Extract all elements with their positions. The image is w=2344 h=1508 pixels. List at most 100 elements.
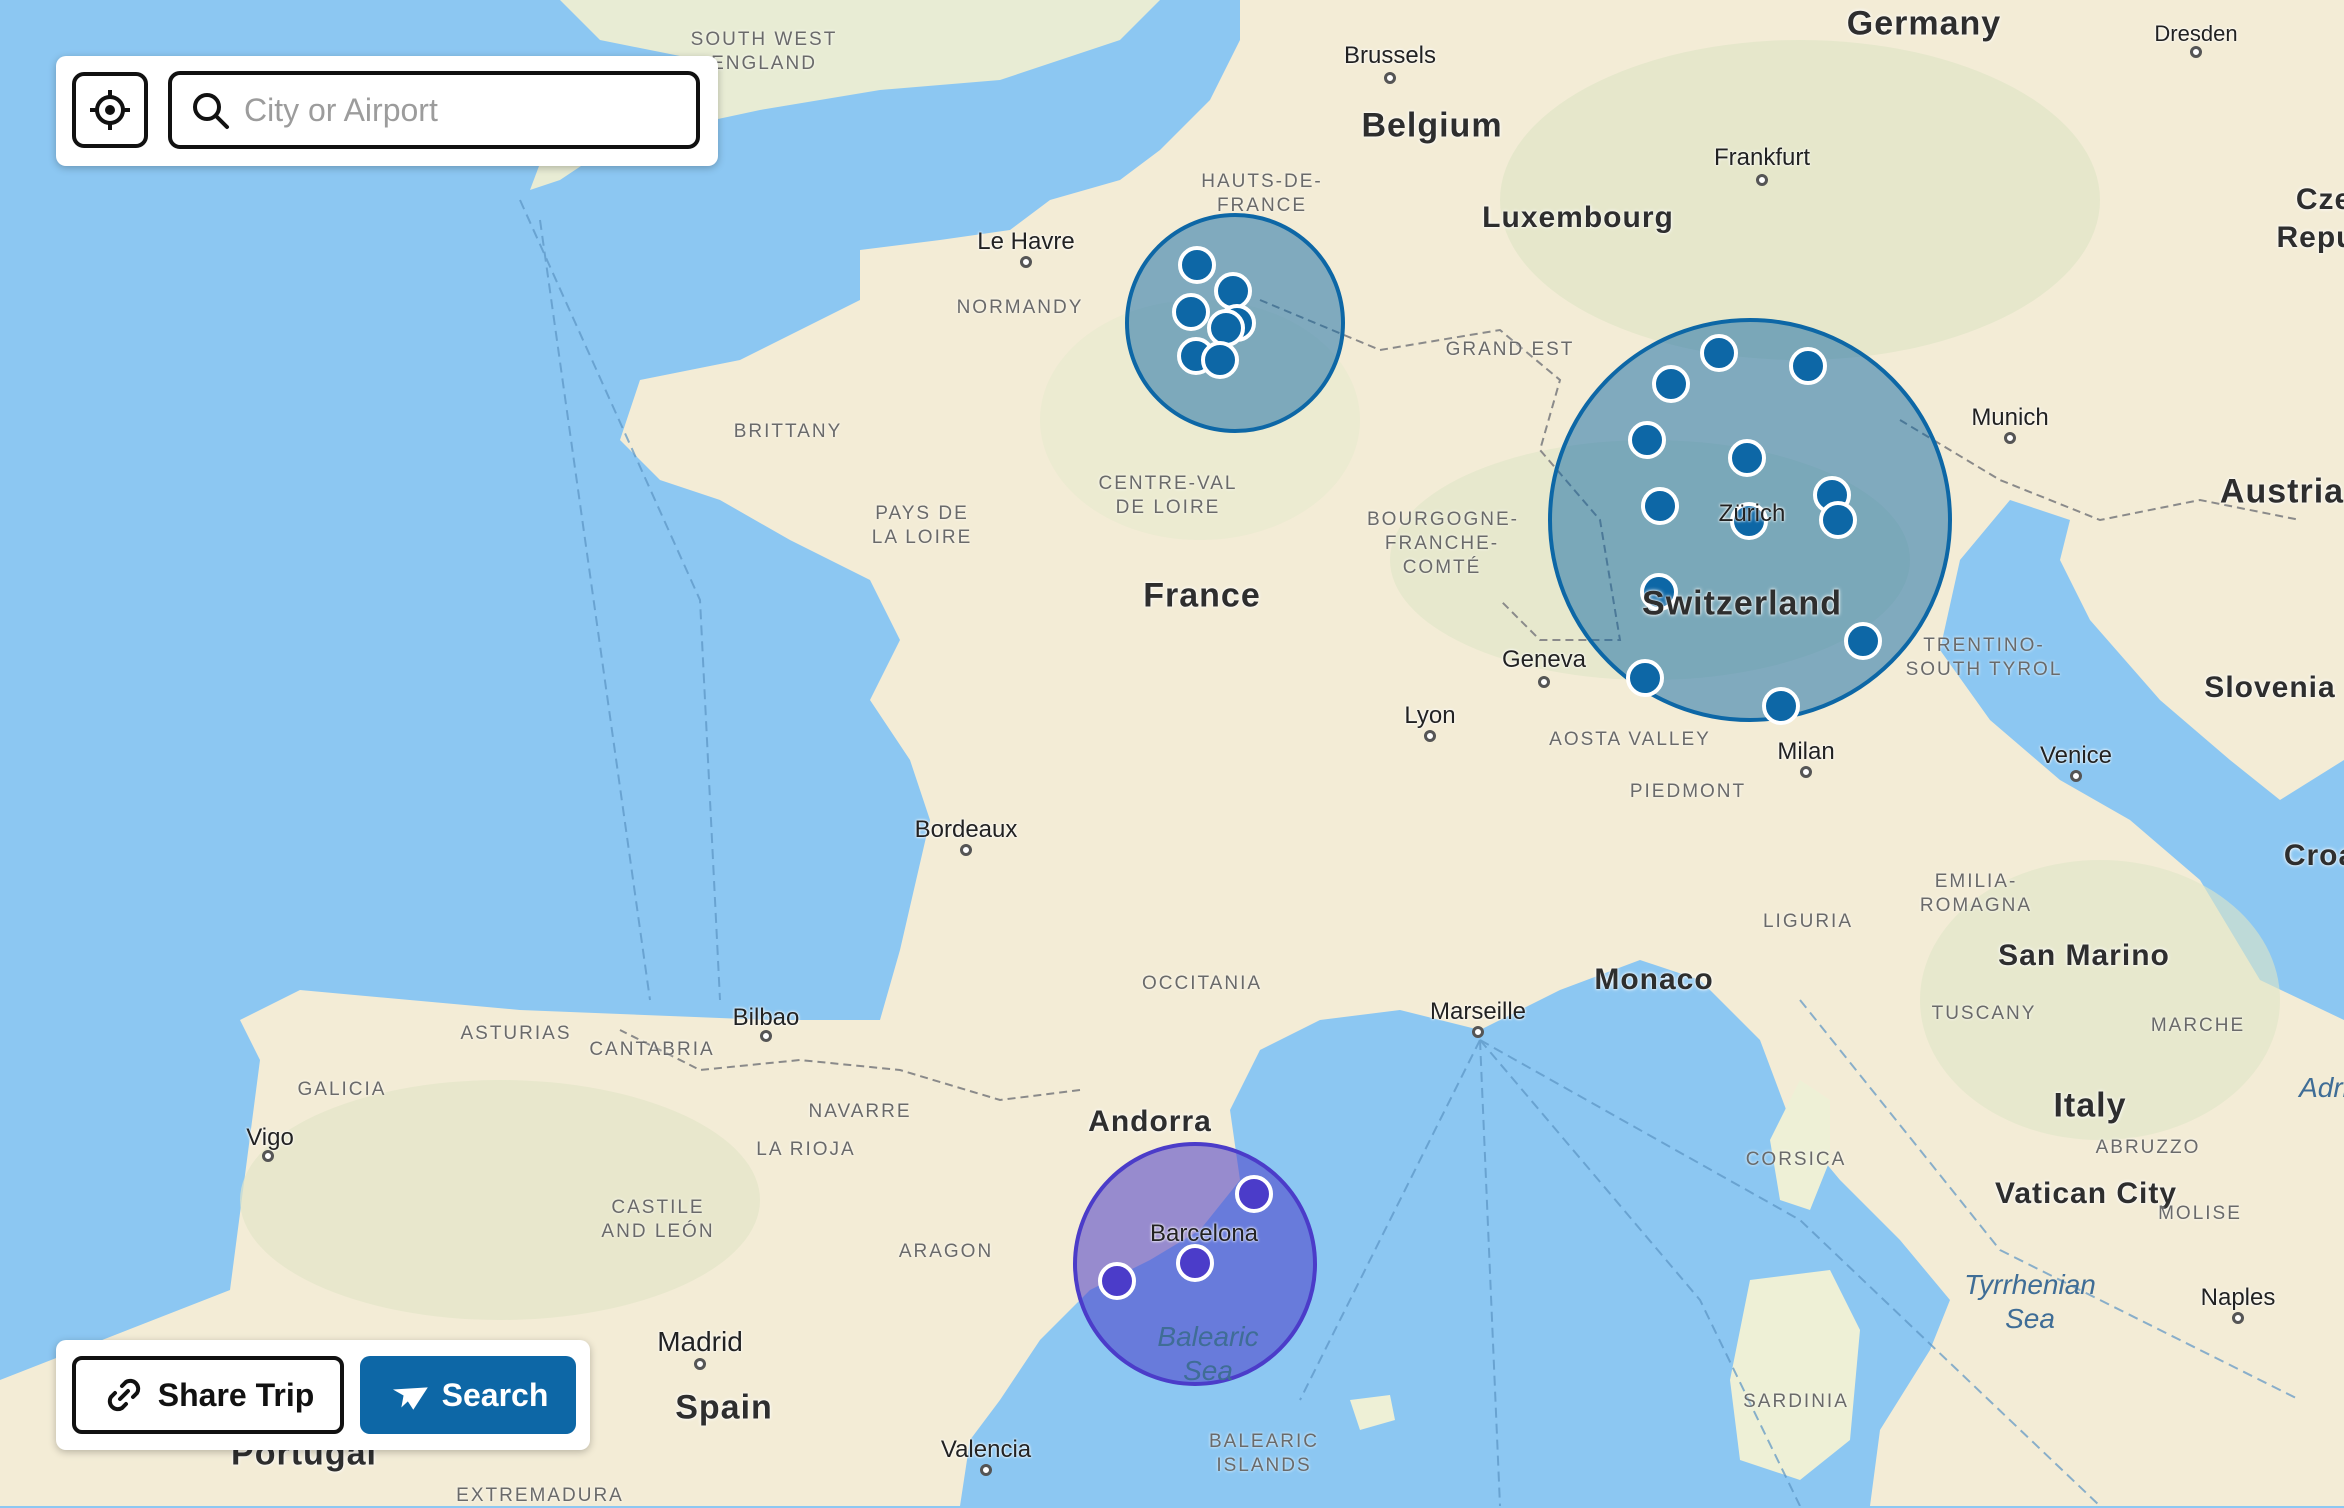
city-label: Dresden	[2154, 21, 2237, 47]
city-dot	[1800, 766, 1812, 778]
city-dot	[1424, 730, 1436, 742]
country-label: France	[1143, 577, 1261, 616]
country-label: Vatican City	[1995, 1177, 2177, 1211]
region-label: LIGURIA	[1763, 910, 1853, 934]
city-label: Frankfurt	[1714, 144, 1810, 172]
region-label: SARDINIA	[1743, 1390, 1849, 1414]
search-box[interactable]	[168, 71, 700, 149]
city-dot	[2070, 770, 2082, 782]
city-dot	[1756, 174, 1768, 186]
pin-marker	[1654, 367, 1688, 401]
crosshair-icon	[88, 88, 132, 132]
pin-marker	[1216, 274, 1250, 308]
city-dot	[760, 1030, 772, 1042]
region-label: NAVARRE	[808, 1100, 911, 1124]
region-label: ASTURIAS	[460, 1022, 571, 1046]
region-label: CENTRE-VAL DE LOIRE	[1093, 472, 1243, 520]
pin-marker	[1643, 489, 1677, 523]
city-label: Venice	[2040, 742, 2112, 770]
city-label: Brussels	[1344, 42, 1436, 70]
region-label: EMILIA- ROMAGNA	[1901, 870, 2051, 918]
pin-marker	[1764, 689, 1798, 723]
sea-label: Adri	[2299, 1071, 2344, 1105]
country-label: Cze	[2296, 183, 2344, 217]
sea-label: Tyrrhenian Sea	[1960, 1268, 2100, 1336]
locate-me-button[interactable]	[72, 72, 148, 148]
city-label: Vigo	[246, 1124, 294, 1152]
country-label: Monaco	[1594, 963, 1713, 997]
region-label: TRENTINO- SOUTH TYROL	[1889, 634, 2079, 682]
region-label: ARAGON	[899, 1240, 993, 1264]
country-label: Repu	[2277, 221, 2344, 255]
region-label: PIEDMONT	[1630, 780, 1746, 804]
country-label: Italy	[2053, 1087, 2126, 1126]
country-label: Belgium	[1361, 107, 1502, 146]
search-panel	[56, 56, 718, 166]
cluster-paris[interactable]	[1127, 215, 1343, 431]
city-label: Geneva	[1502, 646, 1586, 674]
country-label: Switzerland	[1642, 585, 1842, 624]
city-label: Lyon	[1404, 702, 1455, 730]
region-label: TUSCANY	[1932, 1002, 2037, 1026]
city-dot	[1384, 72, 1396, 84]
pin-marker	[1209, 311, 1243, 345]
airplane-icon	[388, 1375, 428, 1415]
country-label: Croa	[2284, 839, 2344, 873]
city-label: Madrid	[657, 1326, 743, 1358]
share-trip-label: Share Trip	[158, 1377, 315, 1414]
region-label: HAUTS-DE- FRANCE	[1192, 170, 1332, 218]
city-label: Le Havre	[977, 228, 1074, 256]
country-label: San Marino	[1998, 939, 2170, 973]
city-dot	[2004, 432, 2016, 444]
region-label: OCCITANIA	[1142, 972, 1262, 996]
city-label: Bordeaux	[915, 816, 1018, 844]
pin-marker	[1846, 624, 1880, 658]
city-dot	[1472, 1026, 1484, 1038]
city-label: Marseille	[1430, 998, 1526, 1026]
country-label: Spain	[675, 1389, 773, 1428]
region-label: GRAND EST	[1446, 338, 1575, 362]
link-icon	[102, 1373, 146, 1417]
region-label: PAYS DE LA LOIRE	[862, 502, 982, 550]
city-dot	[1538, 676, 1550, 688]
city-label: Zürich	[1719, 500, 1786, 528]
region-label: BALEARIC ISLANDS	[1204, 1430, 1324, 1478]
city-dot	[2232, 1312, 2244, 1324]
region-label: BOURGOGNE- FRANCHE- COMTÉ	[1367, 508, 1517, 580]
country-label: Slovenia	[2204, 671, 2335, 705]
city-label: Naples	[2201, 1284, 2276, 1312]
city-dot	[262, 1150, 274, 1162]
actions-panel: Share Trip Search	[56, 1340, 590, 1450]
city-label: Munich	[1971, 404, 2048, 432]
pin-marker	[1100, 1264, 1134, 1298]
pin-marker	[1203, 343, 1237, 377]
city-dot	[694, 1358, 706, 1370]
pin-marker	[1174, 295, 1208, 329]
magnifier-icon	[188, 88, 232, 132]
region-label: MARCHE	[2151, 1014, 2245, 1038]
search-button[interactable]: Search	[360, 1356, 576, 1434]
region-label: CASTILE AND LEÓN	[593, 1196, 723, 1244]
pin-marker	[1821, 503, 1855, 537]
share-trip-button[interactable]: Share Trip	[72, 1356, 344, 1434]
search-button-label: Search	[442, 1377, 549, 1414]
city-label: Bilbao	[733, 1004, 800, 1032]
region-label: CORSICA	[1746, 1148, 1847, 1172]
region-label: EXTREMADURA	[456, 1484, 624, 1508]
region-label: GALICIA	[298, 1078, 387, 1102]
country-label: Andorra	[1088, 1105, 1212, 1139]
city-dot	[1020, 256, 1032, 268]
pin-marker	[1730, 441, 1764, 475]
pin-marker	[1237, 1177, 1271, 1211]
city-label: Valencia	[941, 1436, 1031, 1464]
pin-marker	[1628, 661, 1662, 695]
region-label: AOSTA VALLEY	[1549, 728, 1711, 752]
country-label: Austria	[2220, 473, 2344, 512]
pin-marker	[1702, 336, 1736, 370]
search-input[interactable]	[242, 91, 676, 130]
city-dot	[2190, 46, 2202, 58]
region-label: BRITTANY	[734, 420, 843, 444]
pin-marker	[1630, 423, 1664, 457]
region-label: NORMANDY	[957, 296, 1084, 320]
region-label: ABRUZZO	[2096, 1136, 2201, 1160]
